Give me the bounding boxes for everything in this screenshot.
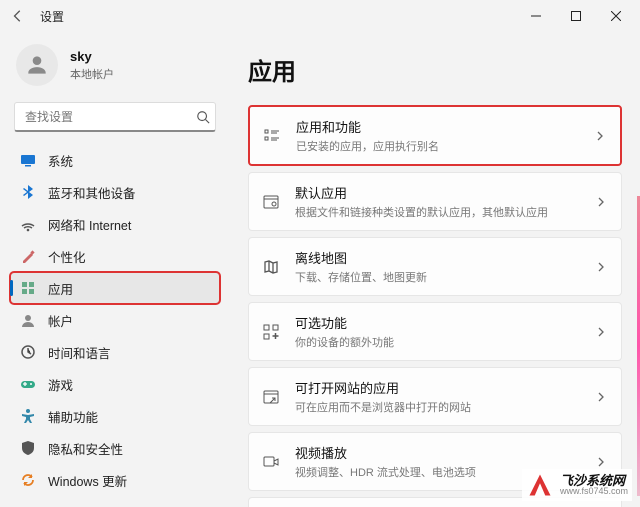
sidebar-item-accounts[interactable]: 帐户 (10, 304, 220, 336)
sidebar-item-label: 隐私和安全性 (48, 439, 123, 458)
card-title: 应用和功能 (296, 117, 578, 136)
map-icon (261, 257, 281, 277)
personalize-icon (20, 248, 36, 264)
search-icon (190, 110, 215, 124)
nav: 系统蓝牙和其他设备网络和 Internet 个性化应用帐户时间和语言游戏辅助功能隐… (4, 142, 226, 507)
sidebar-item-time[interactable]: 时间和语言 (10, 336, 220, 368)
profile-sub: 本地帐户 (70, 66, 114, 82)
card-sub: 下载、存储位置、地图更新 (295, 269, 579, 285)
body: sky 本地帐户 系统蓝牙和其他设备网络和 Internet个性化应用帐户时间和… (0, 32, 640, 507)
default-icon (261, 192, 281, 212)
maximize-button[interactable] (556, 2, 596, 30)
list-icon (262, 126, 282, 146)
card-title: 可选功能 (295, 313, 579, 332)
search-box[interactable] (14, 102, 216, 132)
card-title: 离线地图 (295, 248, 579, 267)
sidebar-item-label: 系统 (48, 151, 73, 170)
card-default[interactable]: 默认应用根据文件和链接种类设置的默认应用，其他默认应用 (248, 172, 622, 231)
person-icon (24, 52, 50, 78)
chevron-right-icon (593, 392, 609, 402)
card-sub: 可在应用而不是浏览器中打开的网站 (295, 399, 579, 415)
video-icon (261, 452, 281, 472)
settings-window: 设置 sky 本地帐户 (0, 0, 640, 507)
chevron-right-icon (593, 327, 609, 337)
sidebar-item-gaming[interactable]: 游戏 (10, 368, 220, 400)
time-icon (20, 344, 36, 360)
minimize-icon (531, 11, 541, 21)
card-title: 可打开网站的应用 (295, 378, 579, 397)
card-sub: 已安装的应用，应用执行别名 (296, 138, 578, 154)
card-title: 默认应用 (295, 183, 579, 202)
avatar (16, 44, 58, 86)
sidebar-item-label: 应用 (48, 279, 73, 298)
apps-icon (20, 280, 36, 296)
chevron-right-icon (592, 131, 608, 141)
window-title: 设置 (40, 8, 64, 25)
maximize-icon (571, 11, 581, 21)
card-sub: 根据文件和链接种类设置的默认应用，其他默认应用 (295, 204, 579, 220)
card-optional[interactable]: 可选功能你的设备的额外功能 (248, 302, 622, 361)
minimize-button[interactable] (516, 2, 556, 30)
watermark-url: www.fs0745.com (560, 487, 628, 496)
card-map[interactable]: 离线地图下载、存储位置、地图更新 (248, 237, 622, 296)
watermark: 飞沙系统网 www.fs0745.com (522, 469, 632, 501)
chevron-right-icon (593, 197, 609, 207)
chevron-right-icon (593, 262, 609, 272)
sidebar-item-label: 时间和语言 (48, 343, 111, 362)
card-list[interactable]: 应用和功能已安装的应用，应用执行别名 (248, 105, 622, 166)
profile-name: sky (70, 49, 114, 64)
profile[interactable]: sky 本地帐户 (4, 32, 226, 102)
sidebar-item-label: 辅助功能 (48, 407, 98, 426)
cards-list: 应用和功能已安装的应用，应用执行别名默认应用根据文件和链接种类设置的默认应用，其… (248, 105, 622, 507)
sidebar-item-label: Windows 更新 (48, 471, 127, 490)
sidebar-item-personalize[interactable]: 个性化 (10, 240, 220, 272)
privacy-icon (20, 440, 36, 456)
page-title: 应用 (248, 52, 622, 87)
sidebar: sky 本地帐户 系统蓝牙和其他设备网络和 Internet 个性化应用帐户时间和… (0, 32, 230, 507)
card-web[interactable]: 可打开网站的应用可在应用而不是浏览器中打开的网站 (248, 367, 622, 426)
sidebar-item-label: 蓝牙和其他设备 (48, 183, 136, 202)
sidebar-item-bluetooth[interactable]: 蓝牙和其他设备 (10, 176, 220, 208)
update-icon (20, 472, 36, 488)
accessibility-icon (20, 408, 36, 424)
sidebar-item-network[interactable]: 网络和 Internet (10, 208, 220, 240)
sidebar-item-apps[interactable]: 应用 (10, 272, 220, 304)
sidebar-item-label: 网络和 Internet (48, 215, 131, 234)
optional-icon (261, 322, 281, 342)
watermark-icon (526, 471, 554, 499)
sidebar-item-label: 个性化 (48, 247, 86, 266)
card-title: 视频播放 (295, 443, 579, 462)
sidebar-item-accessibility[interactable]: 辅助功能 (10, 400, 220, 432)
sidebar-item-label: 游戏 (48, 375, 73, 394)
card-sub: 你的设备的额外功能 (295, 334, 579, 350)
content: 应用 应用和功能已安装的应用，应用执行别名默认应用根据文件和链接种类设置的默认应… (230, 32, 640, 507)
bluetooth-icon (20, 184, 36, 200)
back-icon (11, 9, 25, 23)
search-input[interactable] (15, 110, 190, 124)
web-icon (261, 387, 281, 407)
accounts-icon (20, 312, 36, 328)
close-button[interactable] (596, 2, 636, 30)
sidebar-item-label: 帐户 (48, 311, 73, 330)
back-button[interactable] (4, 2, 32, 30)
network-icon (20, 216, 36, 232)
chevron-right-icon (593, 457, 609, 467)
close-icon (611, 11, 621, 21)
sidebar-item-privacy[interactable]: 隐私和安全性 (10, 432, 220, 464)
sidebar-item-update[interactable]: Windows 更新 (10, 464, 220, 496)
titlebar: 设置 (0, 0, 640, 32)
system-icon (20, 152, 36, 168)
sidebar-item-system[interactable]: 系统 (10, 144, 220, 176)
gaming-icon (20, 376, 36, 392)
